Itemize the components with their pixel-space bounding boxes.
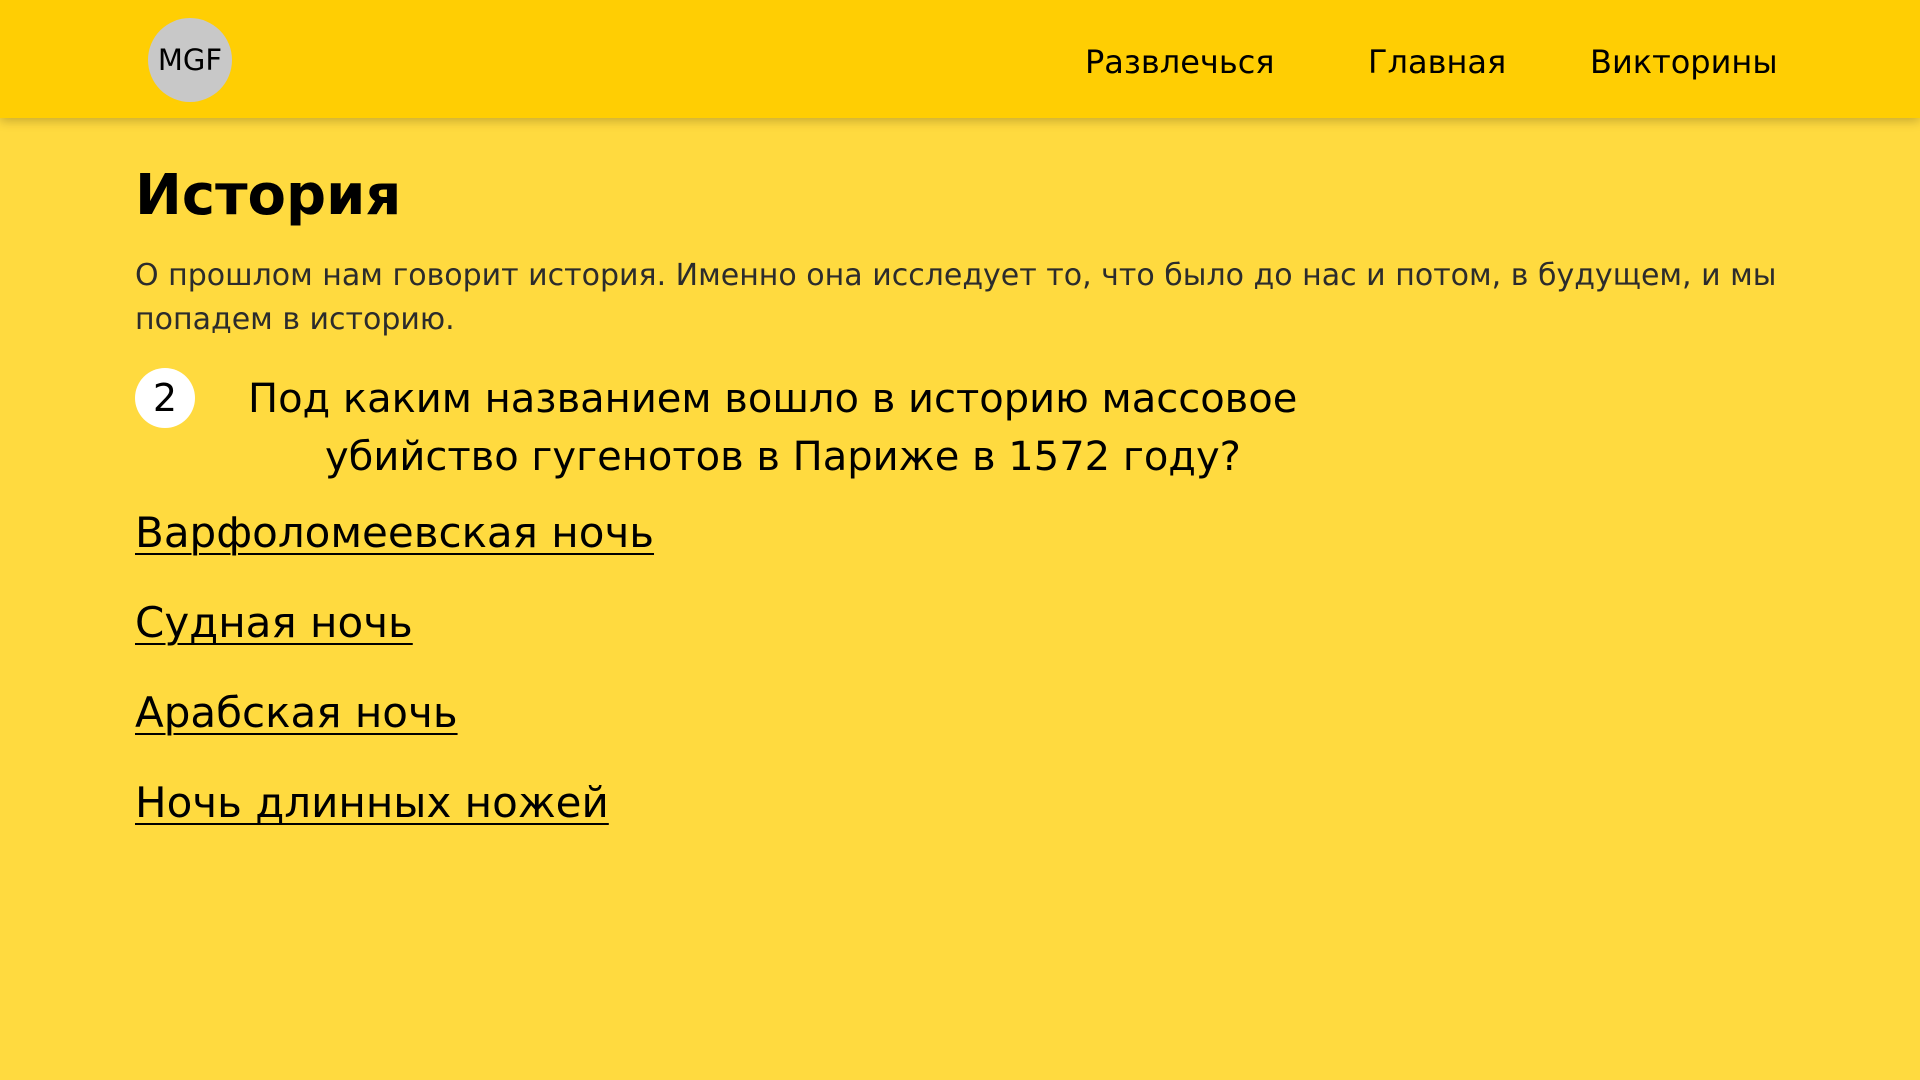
nav-link-entertainment[interactable]: Развлечься xyxy=(1085,42,1275,82)
answer-option-3[interactable]: Арабская ночь xyxy=(135,688,458,737)
question-number-badge: 2 xyxy=(135,368,195,428)
answer-option-4[interactable]: Ночь длинных ножей xyxy=(135,778,609,827)
answer-option-1[interactable]: Варфоломеевская ночь xyxy=(135,508,654,557)
question-line-2: убийство гугенотов в Париже в 1572 году? xyxy=(325,434,1241,480)
answer-item: Судная ночь xyxy=(135,590,654,680)
top-header: MGF Развлечься Главная Викторины xyxy=(0,0,1920,118)
question-line-1: Под каким названием вошло в историю масс… xyxy=(248,376,1298,422)
answer-option-2[interactable]: Судная ночь xyxy=(135,598,413,647)
answer-list: Варфоломеевская ночь Судная ночь Арабска… xyxy=(135,500,654,860)
nav-link-home[interactable]: Главная xyxy=(1368,42,1506,82)
answer-item: Арабская ночь xyxy=(135,680,654,770)
intro-text: О прошлом нам говорит история. Именно он… xyxy=(135,258,1777,337)
answer-item: Варфоломеевская ночь xyxy=(135,500,654,590)
nav-link-quizzes[interactable]: Викторины xyxy=(1590,42,1778,82)
logo[interactable]: MGF xyxy=(148,18,232,102)
page-title: История xyxy=(135,163,402,228)
answer-item: Ночь длинных ножей xyxy=(135,770,654,860)
question-text: Под каким названием вошло в историю масс… xyxy=(248,370,1748,486)
